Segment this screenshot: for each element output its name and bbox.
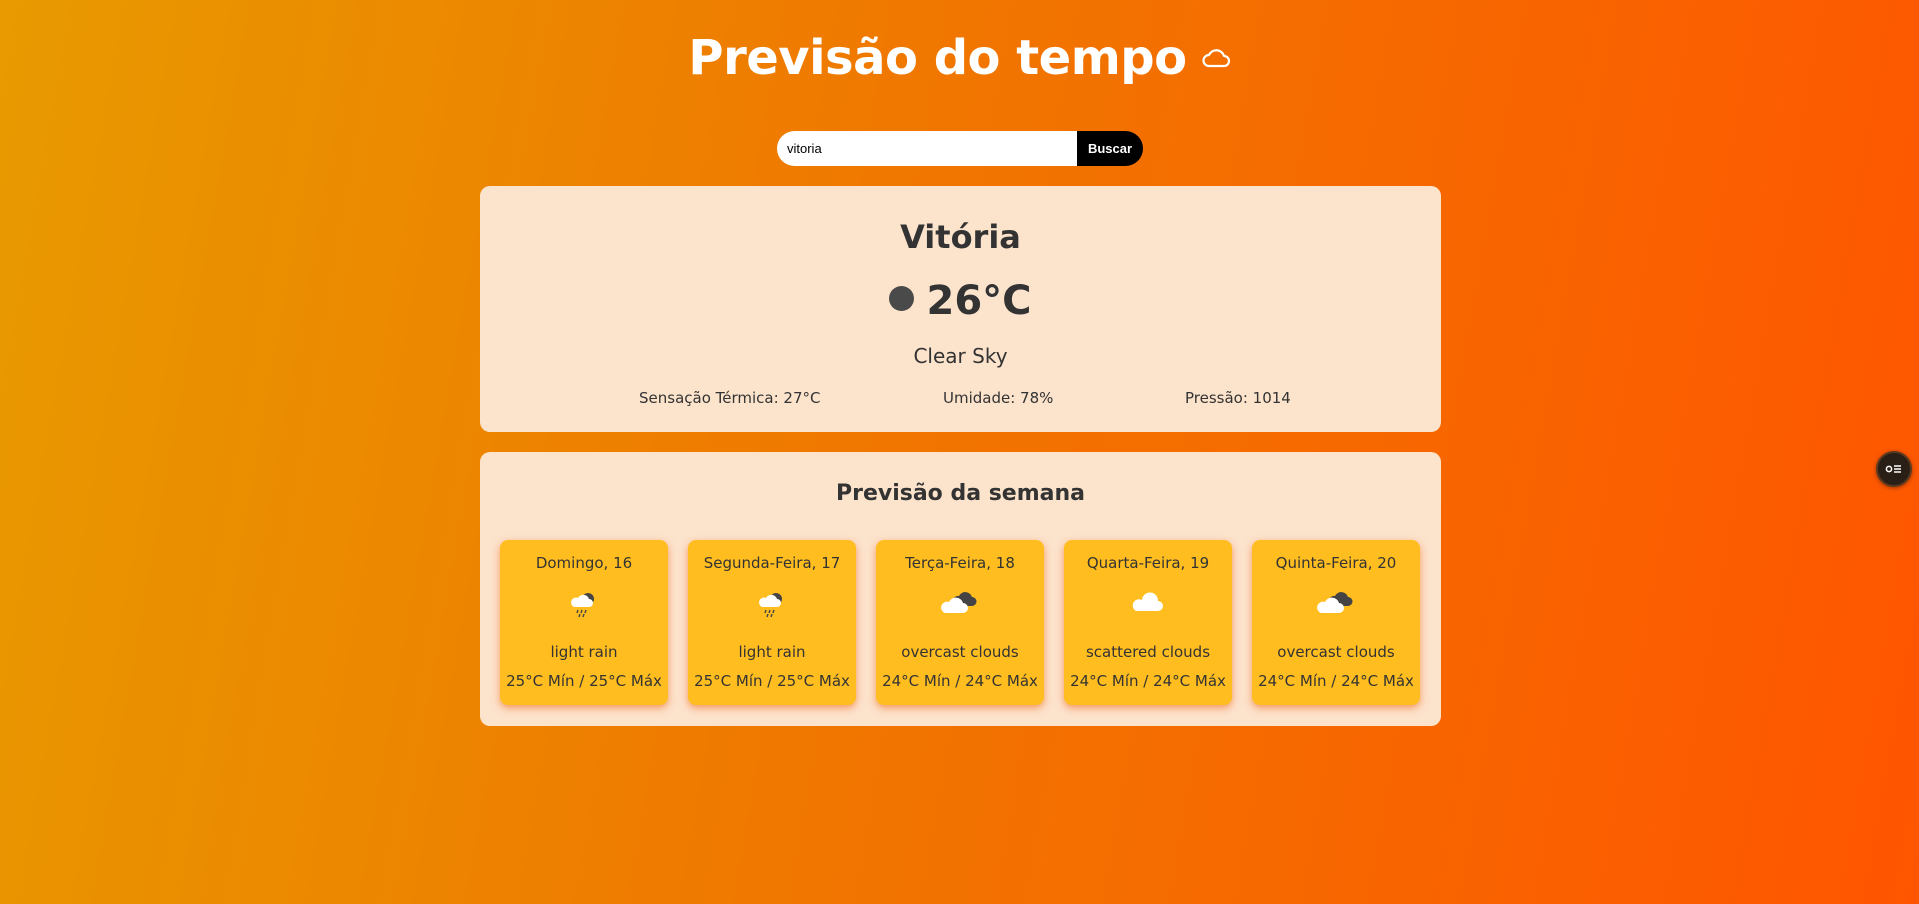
current-temperature: 26°C — [926, 278, 1032, 324]
forecast-title: Previsão da semana — [835, 481, 1086, 506]
weather-dot-icon — [889, 285, 915, 311]
forecast-day-card: Quinta-Feira, 20 overcast clouds 24°C Mí… — [1252, 540, 1420, 705]
day-description: light rain — [550, 643, 618, 661]
humidity: Umidade: 78% — [943, 389, 1054, 407]
search-form: Buscar — [777, 131, 1143, 166]
rain-icon — [688, 590, 856, 618]
day-name: Quinta-Feira, 20 — [1275, 554, 1397, 572]
day-temperatures: 25°C Mín / 25°C Máx — [694, 672, 850, 690]
scattered-clouds-icon — [1064, 590, 1232, 616]
pressure: Pressão: 1014 — [1185, 389, 1291, 407]
day-temperatures: 24°C Mín / 24°C Máx — [1258, 672, 1414, 690]
forecast-day-card: Quarta-Feira, 19 scattered clouds 24°C M… — [1064, 540, 1232, 705]
day-name: Terça-Feira, 18 — [905, 554, 1015, 572]
feels-like: Sensação Térmica: 27°C — [639, 389, 821, 407]
page-title: Previsão do tempo — [688, 30, 1230, 86]
extension-toggle-button[interactable] — [1876, 451, 1912, 487]
forecast-day-card: Terça-Feira, 18 overcast clouds 24°C Mín… — [876, 540, 1044, 705]
extension-toggle-icon — [1885, 465, 1901, 473]
city-name: Vitória — [900, 218, 1021, 256]
forecast-card: Previsão da semana Domingo, 16 light rai… — [480, 452, 1441, 726]
cloud-outline-icon — [1201, 47, 1231, 69]
temperature-row: 26°C — [480, 278, 1441, 324]
search-input[interactable] — [777, 131, 1077, 166]
search-button[interactable]: Buscar — [1077, 131, 1143, 166]
page-header: Previsão do tempo — [0, 30, 1919, 86]
page-title-text: Previsão do tempo — [688, 30, 1187, 86]
day-temperatures: 25°C Mín / 25°C Máx — [506, 672, 662, 690]
day-name: Domingo, 16 — [535, 554, 633, 572]
day-name: Quarta-Feira, 19 — [1086, 554, 1210, 572]
forecast-day-card: Domingo, 16 light rain 25°C Mín / 25°C M… — [500, 540, 668, 705]
day-temperatures: 24°C Mín / 24°C Máx — [882, 672, 1038, 690]
day-description: light rain — [738, 643, 806, 661]
day-temperatures: 24°C Mín / 24°C Máx — [1070, 672, 1226, 690]
forecast-day-card: Segunda-Feira, 17 light rain 25°C Mín / … — [688, 540, 856, 705]
current-condition: Clear Sky — [913, 344, 1008, 368]
rain-icon — [500, 590, 668, 618]
day-name: Segunda-Feira, 17 — [703, 554, 841, 572]
day-description: scattered clouds — [1085, 643, 1211, 661]
current-weather-card: Vitória 26°C Clear Sky Sensação Térmica:… — [480, 186, 1441, 432]
day-description: overcast clouds — [901, 643, 1019, 661]
overcast-clouds-icon — [876, 590, 1044, 616]
overcast-clouds-icon — [1252, 590, 1420, 616]
day-description: overcast clouds — [1277, 643, 1395, 661]
